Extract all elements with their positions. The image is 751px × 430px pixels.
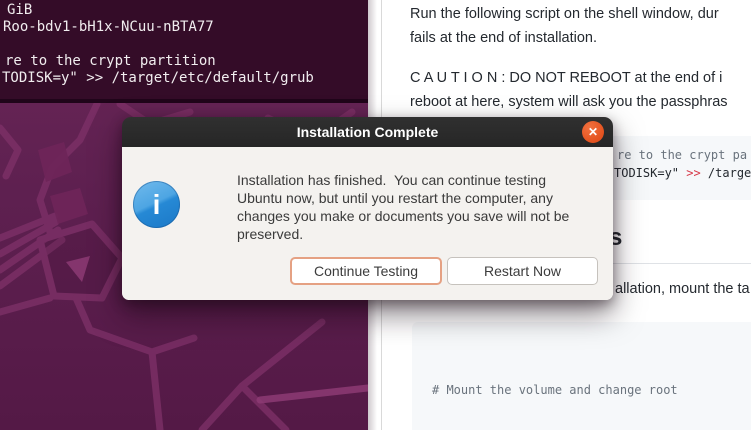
doc-paragraph: Run the following script on the shell wi… xyxy=(410,3,719,50)
terminal-line: re to the crypt partition xyxy=(0,53,368,70)
terminal-line xyxy=(0,36,368,53)
close-button[interactable]: ✕ xyxy=(582,121,604,143)
doc-caution-paragraph: C A U T I O N : DO NOT REBOOT at the end… xyxy=(410,67,728,114)
continue-testing-label: Continue Testing xyxy=(314,263,418,279)
terminal-window[interactable]: GiB Roo-bdv1-bH1x-NCuu-nBTA77 re to the … xyxy=(0,0,368,103)
code-line: TODISK=y" >> /targe xyxy=(614,164,751,182)
doc-paragraph-line: C A U T I O N : DO NOT REBOOT at the end… xyxy=(410,67,728,91)
dialog-message-line: changes you make or documents you save w… xyxy=(237,207,569,225)
terminal-line: Roo-bdv1-bH1x-NCuu-nBTA77 xyxy=(0,19,368,36)
info-icon-glyph: i xyxy=(153,189,161,221)
code-line-comment: re to the crypt pa xyxy=(617,146,747,164)
dialog-message-line: Ubuntu now, but until you restart the co… xyxy=(237,189,569,207)
doc-paragraph-line: reboot at here, system will ask you the … xyxy=(410,91,728,115)
code-text: TODISK=y" xyxy=(614,166,686,180)
terminal-line: GiB xyxy=(0,2,368,19)
restart-now-button[interactable]: Restart Now xyxy=(447,257,598,285)
code-operator: >> xyxy=(686,166,700,180)
dialog-message-line: preserved. xyxy=(237,225,569,243)
dialog-title: Installation Complete xyxy=(297,124,439,140)
code-line-comment: # Mount the volume and change root xyxy=(432,380,751,401)
dialog-message-line: Installation has finished. You can conti… xyxy=(237,171,569,189)
restart-now-label: Restart Now xyxy=(484,263,561,279)
dialog-titlebar[interactable]: Installation Complete ✕ xyxy=(122,117,613,147)
code-block-mount: # Mount the volume and change root # /ta… xyxy=(412,322,751,430)
code-text: /targe xyxy=(701,166,751,180)
info-icon: i xyxy=(133,181,180,228)
installation-complete-dialog: Installation Complete ✕ i Installation h… xyxy=(122,117,613,300)
dialog-message: Installation has finished. You can conti… xyxy=(237,171,569,243)
terminal-line: TODISK=y" >> /target/etc/default/grub xyxy=(0,70,368,87)
close-icon: ✕ xyxy=(588,125,598,139)
screen: GiB Roo-bdv1-bH1x-NCuu-nBTA77 re to the … xyxy=(0,0,751,430)
continue-testing-button[interactable]: Continue Testing xyxy=(290,257,442,285)
doc-paragraph: allation, mount the ta xyxy=(615,279,750,299)
doc-paragraph-line: Run the following script on the shell wi… xyxy=(410,3,719,27)
doc-paragraph-line: fails at the end of installation. xyxy=(410,27,719,51)
